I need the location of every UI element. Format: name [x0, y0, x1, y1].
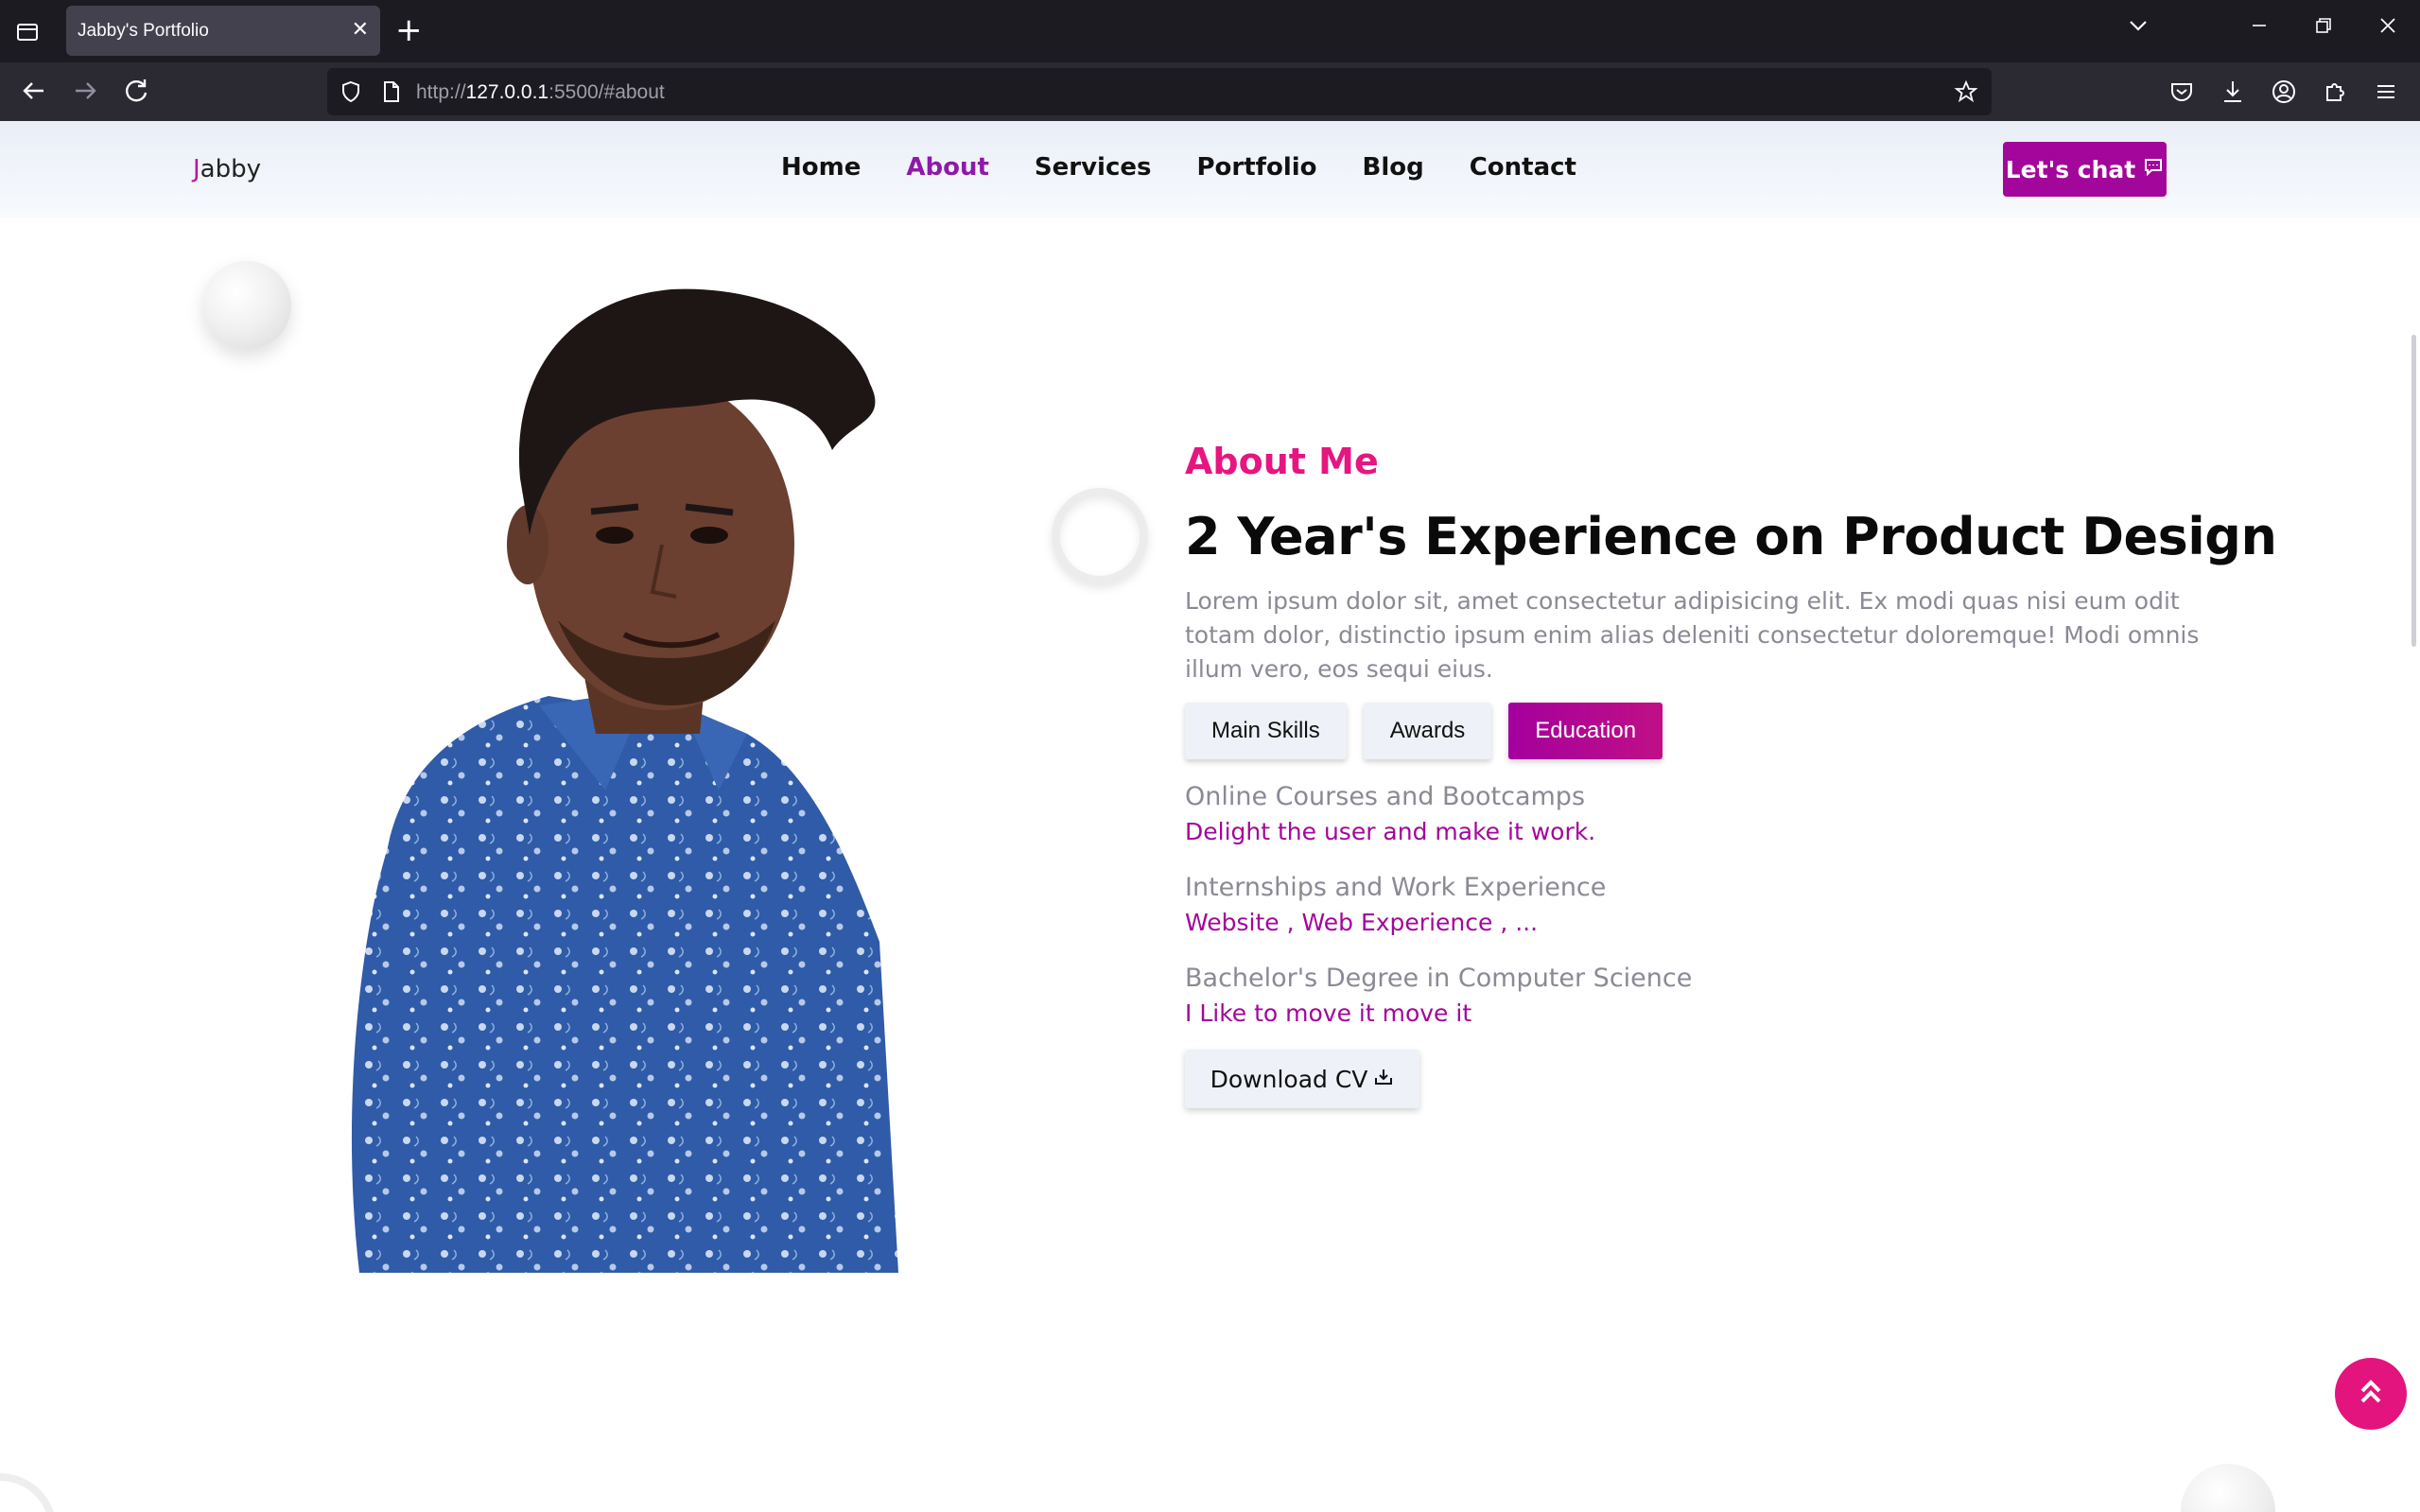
main-nav: Home About Services Portfolio Blog Conta…	[781, 153, 1576, 182]
tab-education[interactable]: Education	[1508, 703, 1663, 759]
download-cv-button[interactable]: Download CV	[1185, 1050, 1419, 1108]
menu-hamburger-icon[interactable]	[2372, 78, 2400, 106]
tab-main-skills[interactable]: Main Skills	[1185, 703, 1347, 759]
downloads-icon[interactable]	[2219, 78, 2247, 106]
education-detail: Delight the user and make it work.	[1185, 818, 1596, 845]
scroll-to-top-button[interactable]	[2335, 1358, 2407, 1430]
forward-icon[interactable]	[68, 74, 102, 108]
decorative-ring-bottom	[0, 1473, 57, 1512]
browser-tab-bar: Jabby's Portfolio ✕ +	[0, 0, 2420, 62]
education-heading: Internships and Work Experience	[1185, 873, 1607, 902]
pocket-icon[interactable]	[2168, 78, 2196, 106]
download-cv-label: Download CV	[1210, 1065, 1368, 1093]
address-bar[interactable]: http://127.0.0.1:5500/#about	[327, 68, 1992, 115]
nav-home[interactable]: Home	[781, 153, 861, 182]
education-heading: Online Courses and Bootcamps	[1185, 782, 1586, 811]
minimize-icon[interactable]	[2247, 13, 2272, 49]
lets-chat-label: Let's chat	[2005, 155, 2136, 183]
nav-services[interactable]: Services	[1035, 153, 1152, 182]
chat-bubble-icon	[2143, 156, 2164, 183]
education-detail: Website , Web Experience , ...	[1185, 909, 1539, 936]
education-heading: Bachelor's Degree in Computer Science	[1185, 964, 1693, 993]
about-description: Lorem ipsum dolor sit, amet consectetur …	[1185, 587, 2200, 683]
new-tab-button[interactable]: +	[395, 13, 423, 47]
list-all-tabs-icon[interactable]	[2126, 13, 2150, 49]
extensions-icon[interactable]	[2321, 78, 2349, 106]
close-window-icon[interactable]	[2376, 13, 2400, 49]
about-tabs: Main Skills Awards Education	[1185, 703, 1663, 759]
list-item: Online Courses and Bootcamps Delight the…	[1185, 779, 2036, 849]
back-icon[interactable]	[17, 74, 51, 108]
site-header: Jabby Home About Services Portfolio Blog…	[0, 121, 2420, 217]
lets-chat-button[interactable]: Let's chat	[2003, 142, 2167, 197]
nav-portfolio[interactable]: Portfolio	[1196, 153, 1316, 182]
education-detail: I Like to move it move it	[1185, 999, 1472, 1027]
double-chevron-up-icon	[2354, 1375, 2388, 1413]
nav-blog[interactable]: Blog	[1363, 153, 1424, 182]
decorative-ball-bottom	[2181, 1464, 2275, 1512]
bookmark-star-icon[interactable]	[1954, 79, 1978, 104]
browser-toolbar: http://127.0.0.1:5500/#about	[0, 62, 2420, 121]
list-item: Internships and Work Experience Website …	[1185, 870, 2036, 940]
browser-tab-active[interactable]: Jabby's Portfolio ✕	[66, 6, 380, 56]
profile-photo	[351, 288, 899, 1273]
tab-list-icon[interactable]	[13, 17, 42, 45]
reload-icon[interactable]	[119, 74, 153, 108]
download-icon	[1373, 1066, 1394, 1093]
site-logo[interactable]: Jabby	[193, 155, 261, 183]
tab-close-icon[interactable]: ✕	[352, 18, 369, 43]
education-list: Online Courses and Bootcamps Delight the…	[1185, 779, 2036, 1051]
account-icon[interactable]	[2270, 78, 2298, 106]
tab-title: Jabby's Portfolio	[78, 21, 209, 41]
nav-contact[interactable]: Contact	[1470, 153, 1576, 182]
about-title: 2 Year's Experience on Product Design	[1185, 507, 2277, 566]
page-info-icon[interactable]	[378, 79, 403, 104]
page-scrollbar[interactable]	[2411, 335, 2416, 647]
shield-icon[interactable]	[339, 79, 363, 104]
nav-about[interactable]: About	[906, 153, 989, 182]
restore-icon[interactable]	[2311, 13, 2336, 49]
list-item: Bachelor's Degree in Computer Science I …	[1185, 961, 2036, 1031]
page-viewport: Jabby Home About Services Portfolio Blog…	[0, 121, 2420, 1512]
url-text[interactable]: http://127.0.0.1:5500/#about	[416, 81, 665, 104]
decorative-ring	[1052, 488, 1148, 584]
tab-awards[interactable]: Awards	[1363, 703, 1492, 759]
decorative-ball	[202, 261, 291, 350]
about-subtitle: About Me	[1185, 441, 1379, 482]
